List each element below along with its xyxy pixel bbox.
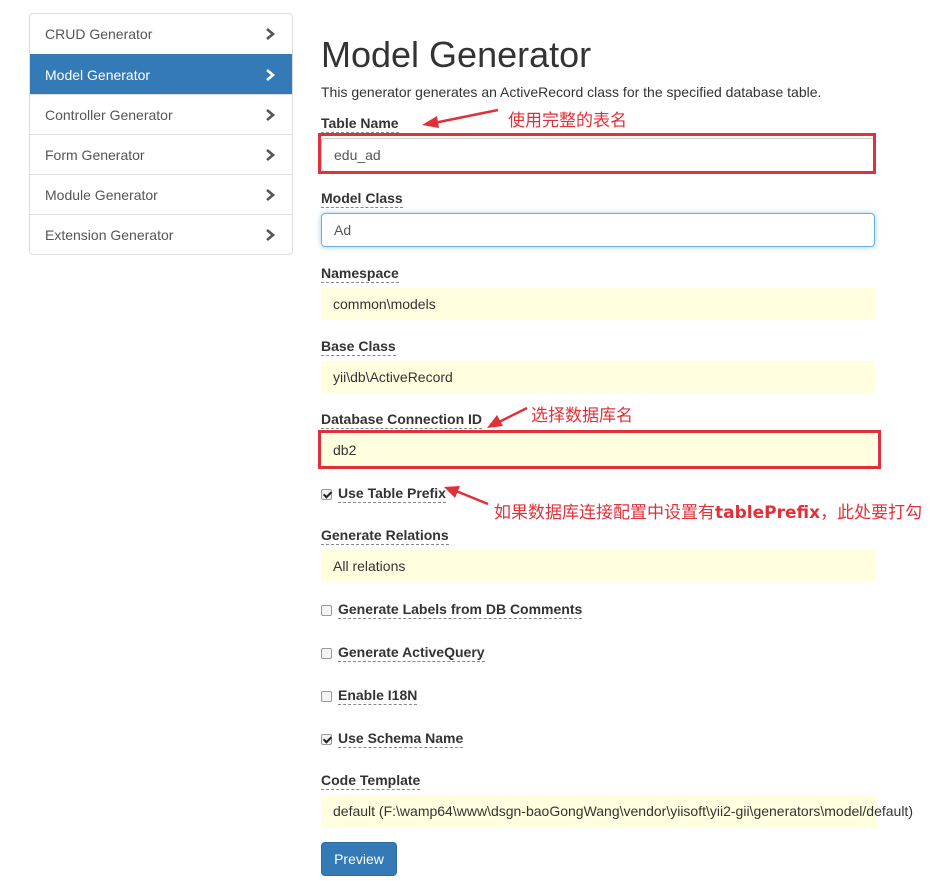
nav-item-form-generator[interactable]: Form Generator [30,134,292,174]
namespace-label: Namespace [321,265,399,283]
chevron-right-icon [264,108,276,121]
preview-button[interactable]: Preview [321,842,397,876]
db-connection-annotation: 选择数据库名 [531,406,633,426]
model-class-input[interactable]: Ad [321,213,875,247]
code-template-field[interactable]: default (F:\wamp64\www\dsgn-baoGongWang\… [321,795,913,827]
namespace-field[interactable]: common\models [321,288,875,320]
generate-relations-value: All relations [333,558,406,574]
chevron-right-icon [264,228,276,241]
table-prefix-annotation: 如果数据库连接配置中设置有tablePrefix，此处要打勾 [494,498,922,523]
nav-item-label: Extension Generator [45,226,174,243]
arrow-icon [487,406,528,428]
arrow-icon [422,108,499,128]
generate-relations-field[interactable]: All relations [321,550,875,582]
nav-item-controller-generator[interactable]: Controller Generator [30,94,292,134]
base-class-field[interactable]: yii\db\ActiveRecord [321,361,875,393]
nav-item-crud-generator[interactable]: CRUD Generator [30,14,292,54]
chevron-right-icon [264,148,276,161]
db-connection-label: Database Connection ID [321,411,483,429]
table-prefix-annotation-text: 如果数据库连接配置中设置有 [494,503,715,523]
nav-item-model-generator[interactable]: Model Generator [30,54,292,94]
arrow-icon [444,486,489,506]
nav-item-module-generator[interactable]: Module Generator [30,174,292,214]
table-prefix-annotation-suffix: ，此处要打勾 [820,503,923,523]
chevron-right-icon [264,28,276,40]
generate-activequery-label: Generate ActiveQuery [338,644,485,662]
model-class-value: Ad [334,222,352,238]
use-schema-name-option[interactable]: Use Schema Name [321,730,464,748]
nav-item-label: Model Generator [45,66,151,83]
table-name-highlight-box [318,133,876,174]
code-template-value: default (F:\wamp64\www\dsgn-baoGongWang\… [333,803,913,819]
use-table-prefix-option[interactable]: Use Table Prefix [321,485,446,503]
base-class-label: Base Class [321,338,396,356]
use-table-prefix-checkbox[interactable] [321,488,332,500]
nav-item-label: Controller Generator [45,106,173,123]
generate-labels-label: Generate Labels from DB Comments [338,601,583,619]
nav-item-label: CRUD Generator [45,26,153,42]
generate-labels-option[interactable]: Generate Labels from DB Comments [321,601,583,619]
db-connection-highlight-box [318,430,881,469]
namespace-value: common\models [333,296,436,312]
base-class-value: yii\db\ActiveRecord [333,369,453,385]
page-title: Model Generator [321,34,592,75]
nav-item-label: Module Generator [45,186,158,203]
code-template-label: Code Template [321,772,421,790]
use-schema-name-label: Use Schema Name [338,730,464,748]
table-name-annotation: 使用完整的表名 [508,111,627,131]
generate-activequery-option[interactable]: Generate ActiveQuery [321,644,485,662]
nav-item-extension-generator[interactable]: Extension Generator [30,214,292,254]
page-description: This generator generates an ActiveRecord… [321,84,822,100]
nav-item-label: Form Generator [45,146,145,163]
use-table-prefix-label: Use Table Prefix [338,485,446,503]
generator-nav: CRUD Generator Model Generator Controlle… [29,13,293,255]
table-prefix-annotation-keyword: tablePrefix [715,503,821,523]
model-class-label: Model Class [321,190,403,208]
table-name-label: Table Name [321,115,399,133]
chevron-right-icon [264,188,276,201]
generate-relations-label: Generate Relations [321,527,449,545]
enable-i18n-label: Enable I18N [338,687,418,705]
use-schema-name-checkbox[interactable] [321,733,332,745]
enable-i18n-option[interactable]: Enable I18N [321,687,418,705]
chevron-right-icon [264,68,276,81]
generate-labels-checkbox[interactable] [321,604,332,616]
generate-activequery-checkbox[interactable] [321,647,332,659]
enable-i18n-checkbox[interactable] [321,690,332,702]
